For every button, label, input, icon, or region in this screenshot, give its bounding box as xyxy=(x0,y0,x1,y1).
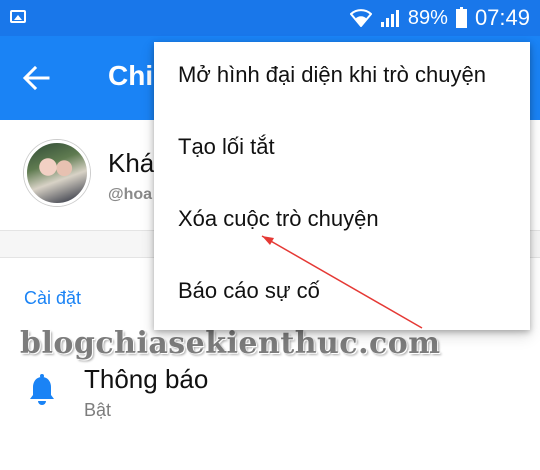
menu-item-label: Xóa cuộc trò chuyện xyxy=(178,206,379,231)
signal-icon xyxy=(380,9,400,27)
setting-status: Bật xyxy=(84,400,112,420)
page-title: Chi xyxy=(108,60,154,91)
bell-icon xyxy=(28,374,56,406)
overflow-menu: Mở hình đại diện khi trò chuyện Tạo lối … xyxy=(154,42,530,330)
status-bar-right: 89% 07:49 xyxy=(349,0,530,36)
menu-item-label: Báo cáo sự cố xyxy=(178,278,320,303)
watermark: blogchiasekienthuc.com xyxy=(20,326,441,361)
menu-item-label: Mở hình đại diện khi trò chuyện xyxy=(178,62,486,87)
menu-item-create-shortcut[interactable]: Tạo lối tắt xyxy=(154,114,530,186)
menu-item-open-avatar[interactable]: Mở hình đại diện khi trò chuyện xyxy=(154,42,530,114)
settings-section-header: Cài đặt xyxy=(24,288,82,308)
setting-title: Thông báo xyxy=(84,364,209,394)
menu-item-delete-conversation[interactable]: Xóa cuộc trò chuyện xyxy=(154,186,530,258)
profile-name: Khá xyxy=(108,148,155,178)
clock: 07:49 xyxy=(474,5,530,30)
status-bar: 89% 07:49 xyxy=(0,0,540,36)
menu-item-label: Tạo lối tắt xyxy=(178,134,275,159)
avatar[interactable] xyxy=(24,140,90,206)
gallery-notification-icon xyxy=(10,10,26,23)
wifi-icon xyxy=(349,9,372,27)
battery-icon xyxy=(455,6,467,28)
profile-username: @hoa xyxy=(108,186,153,203)
back-arrow-icon[interactable] xyxy=(22,64,50,92)
setting-item-notifications[interactable]: Thông báo Bật xyxy=(0,356,540,436)
battery-percent: 89% xyxy=(407,6,448,29)
menu-item-report-problem[interactable]: Báo cáo sự cố xyxy=(154,258,530,330)
